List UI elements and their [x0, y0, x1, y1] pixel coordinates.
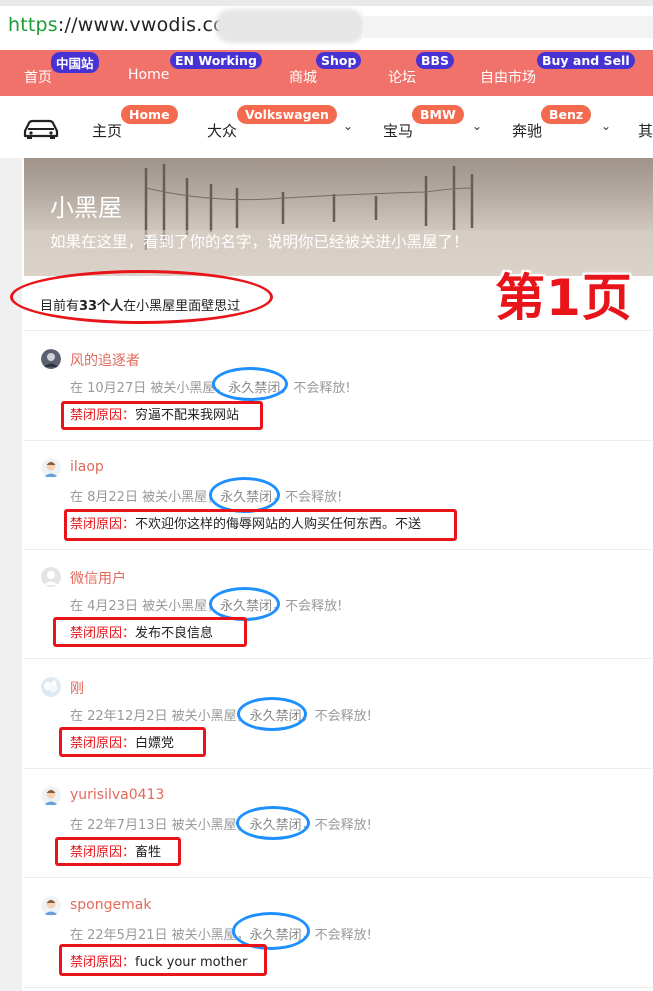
ban-date: 在 4月23日 被关小黑屋，: [70, 599, 221, 614]
ban-meta: 在 10月27日 被关小黑屋，永久禁闭，不会释放!: [70, 377, 351, 396]
ban-tail: ，不会释放!: [280, 381, 351, 396]
username-link[interactable]: 刚: [70, 678, 84, 698]
chevron-down-icon[interactable]: ⌄: [343, 119, 353, 133]
car-logo-icon[interactable]: [22, 114, 60, 142]
hero-title: 小黑屋: [50, 194, 122, 222]
avatar[interactable]: [41, 896, 61, 916]
chevron-down-icon[interactable]: ⌄: [601, 119, 611, 133]
ban-tail: ，不会释放!: [301, 928, 372, 943]
browser-top-strip: [0, 0, 653, 6]
username-link[interactable]: 微信用户: [70, 568, 126, 588]
ban-tail: ，不会释放!: [272, 490, 343, 505]
topnav-item-shop[interactable]: 商城: [289, 67, 317, 87]
ban-date: 在 8月22日 被关小黑屋，: [70, 490, 221, 505]
username-link[interactable]: spongemak: [70, 897, 151, 913]
url-bar-remainder: [364, 16, 653, 38]
annotation-red-box: [61, 401, 263, 430]
ban-date: 在 22年5月21日 被关小黑屋，: [70, 928, 250, 943]
nav-badge-home: Home: [121, 105, 178, 124]
ban-date: 在 22年7月13日 被关小黑屋，: [70, 818, 250, 833]
nav-item-volkswagen[interactable]: 大众: [207, 120, 237, 141]
annotation-red-box: [53, 617, 247, 647]
topnav-badge-china: 中国站: [51, 52, 99, 73]
avatar[interactable]: [41, 567, 61, 587]
nav-badge-bmw: BMW: [412, 105, 464, 124]
topnav-item-bbs[interactable]: 论坛: [388, 67, 416, 87]
annotation-blue-ellipse: [212, 367, 288, 401]
ban-tail: ，不会释放!: [301, 709, 372, 724]
annotation-blue-ellipse: [237, 697, 307, 731]
left-gutter: [0, 158, 22, 991]
annotation-red-box: [59, 727, 206, 757]
annotation-blue-ellipse: [209, 587, 280, 621]
hero-subtitle: 如果在这里，看到了你的名字，说明你已经被关进小黑屋了！: [50, 233, 469, 251]
username-link[interactable]: 风的追逐者: [70, 350, 140, 370]
page-number-annotation: 第1页: [495, 269, 633, 327]
annotation-red-ellipse: [10, 270, 273, 324]
annotation-red-box: [55, 837, 181, 866]
topnav-badge-shop: Shop: [316, 52, 362, 69]
topnav-item-home-en[interactable]: Home: [128, 67, 169, 83]
topnav-badge-en-working: EN Working: [170, 52, 262, 69]
topnav-badge-buy-sell: Buy and Sell: [537, 52, 635, 69]
browser-address-bar[interactable]: https://www.vwodis.com/: [0, 0, 653, 50]
url-protocol: https: [8, 14, 58, 36]
nav-badge-volkswagen: Volkswagen: [237, 105, 337, 124]
avatar[interactable]: [41, 349, 61, 369]
ban-tail: ，不会释放!: [301, 818, 372, 833]
ban-date: 在 22年12月2日 被关小黑屋，: [70, 709, 250, 724]
topnav-badge-bbs: BBS: [416, 52, 455, 69]
avatar[interactable]: [41, 786, 61, 806]
annotation-red-box: [64, 509, 457, 541]
username-link[interactable]: ilaop: [70, 459, 104, 475]
avatar[interactable]: [41, 458, 61, 478]
ban-meta: 在 4月23日 被关小黑屋，永久禁闭，不会释放!: [70, 595, 342, 614]
nav-item-more[interactable]: 其: [638, 120, 653, 141]
url-text[interactable]: https://www.vwodis.com/: [8, 14, 250, 36]
nav-item-benz[interactable]: 奔驰: [512, 120, 542, 141]
nav-badge-benz: Benz: [541, 105, 592, 124]
username-link[interactable]: yurisilva0413: [70, 787, 164, 803]
nav-item-home[interactable]: 主页: [92, 120, 122, 141]
avatar[interactable]: [41, 677, 61, 697]
ban-tail: ，不会释放!: [272, 599, 343, 614]
ban-meta: 在 22年12月2日 被关小黑屋，永久禁闭，不会释放!: [70, 705, 372, 724]
ban-meta: 在 8月22日 被关小黑屋，永久禁闭，不会释放!: [70, 486, 342, 505]
url-redacted-blur: [216, 9, 364, 43]
topnav-item-market[interactable]: 自由市场: [480, 67, 536, 87]
annotation-blue-ellipse: [209, 477, 280, 513]
topnav-item-home-cn[interactable]: 首页: [24, 67, 52, 87]
annotation-red-box: [59, 944, 267, 976]
ban-date: 在 10月27日 被关小黑屋，: [70, 381, 229, 396]
chevron-down-icon[interactable]: ⌄: [472, 119, 482, 133]
ban-meta: 在 22年5月21日 被关小黑屋，永久禁闭，不会释放!: [70, 924, 372, 943]
ban-meta: 在 22年7月13日 被关小黑屋，永久禁闭，不会释放!: [70, 814, 372, 833]
nav-item-bmw[interactable]: 宝马: [383, 120, 413, 141]
annotation-blue-ellipse: [236, 806, 310, 840]
